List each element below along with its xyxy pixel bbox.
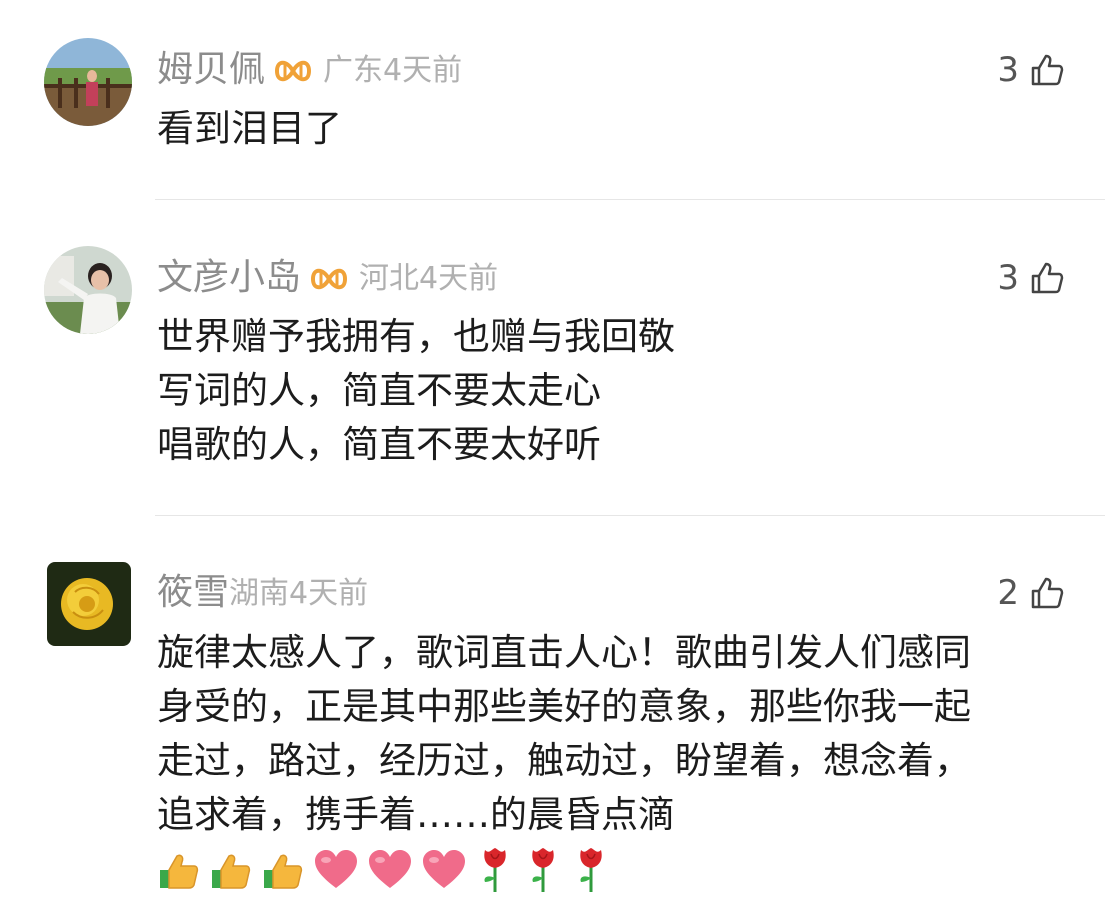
username[interactable]: 文彦小岛 [157, 257, 301, 298]
heart-icon [423, 850, 465, 888]
like-count: 3 [997, 50, 1019, 90]
like-button[interactable]: 2 [997, 573, 1065, 613]
timestamp: 4天前 [383, 53, 463, 88]
comment-text-line: 走过，路过，经历过，触动过，盼望着，想念着， [157, 739, 971, 782]
rose-icon [532, 848, 554, 892]
like-button[interactable]: 3 [997, 258, 1065, 298]
rose-icon [484, 848, 506, 892]
avatar[interactable] [44, 38, 132, 126]
comment-text-line: 旋律太感人了，歌词直击人心！歌曲引发人们感同 [157, 631, 971, 674]
comment-text-line: 写词的人，简直不要太走心 [157, 369, 601, 412]
infinity-badge-icon [311, 268, 348, 290]
infinity-badge-icon [275, 60, 312, 82]
timestamp: 4天前 [289, 576, 369, 611]
comment-text-line: 身受的，正是其中那些美好的意象，那些你我一起 [157, 685, 971, 728]
thumbs-up-outline-icon [1031, 54, 1064, 86]
username[interactable]: 姆贝佩 [157, 49, 265, 90]
comment-text-line: 世界赠予我拥有，也赠与我回敬 [157, 315, 675, 358]
divider [155, 199, 1105, 200]
thumbs-up-outline-icon [1031, 262, 1064, 294]
divider [155, 515, 1105, 516]
avatar[interactable] [47, 562, 131, 646]
like-button[interactable]: 3 [997, 50, 1065, 90]
timestamp: 4天前 [419, 261, 499, 296]
thumbs-up-outline-icon [1031, 577, 1064, 609]
region: 湖南 [229, 576, 290, 611]
heart-icon [369, 850, 411, 888]
thumbs-up-icon [160, 854, 199, 889]
username[interactable]: 筱雪 [157, 572, 229, 613]
heart-icon [315, 850, 357, 888]
avatar-image [47, 562, 131, 646]
avatar-image [44, 246, 132, 334]
avatar[interactable] [44, 246, 132, 334]
thumbs-up-icon [264, 854, 303, 889]
comment-text-line: 唱歌的人，简直不要太好听 [157, 423, 601, 466]
rose-icon [580, 848, 602, 892]
like-count: 2 [997, 573, 1019, 613]
avatar-image [44, 38, 132, 126]
thumbs-up-icon [212, 854, 251, 889]
region: 广东 [323, 53, 384, 88]
comment-text-line: 追求着，携手着……的晨昏点滴 [157, 793, 675, 836]
like-count: 3 [997, 258, 1019, 298]
region: 河北 [359, 261, 420, 296]
comment-text-line: 看到泪目了 [157, 107, 342, 150]
emoji-row [157, 846, 611, 894]
